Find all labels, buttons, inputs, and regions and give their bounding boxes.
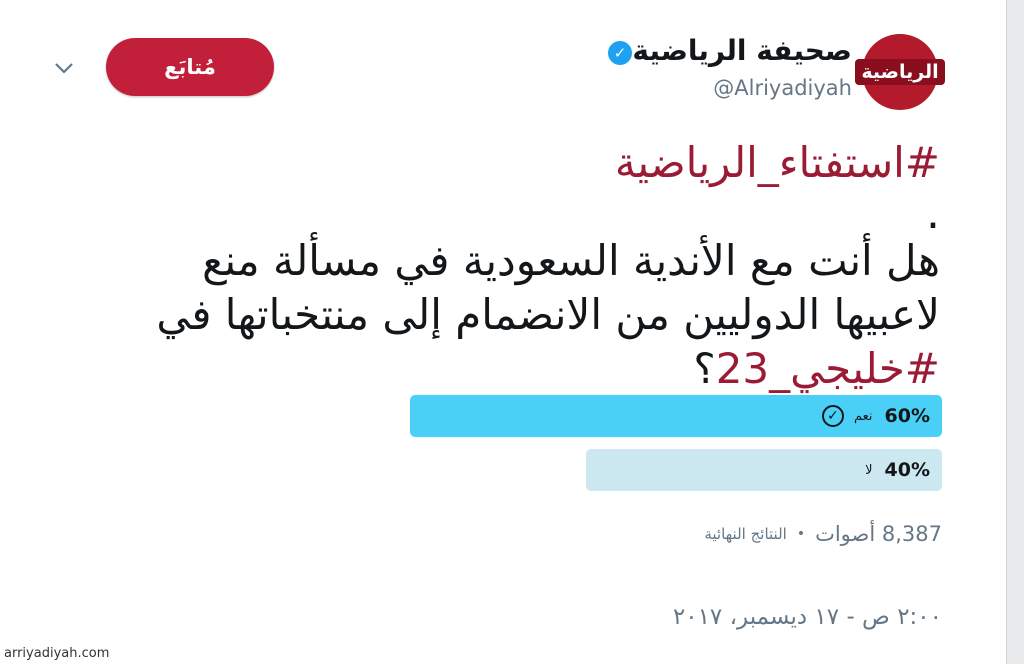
account-handle[interactable]: @Alriyadiyah (713, 76, 852, 100)
watermark: arriyadiyah.com (4, 646, 110, 661)
verified-badge-icon: ✓ (608, 41, 632, 65)
question-mark: ؟ (693, 344, 716, 393)
poll-label: نعم (853, 408, 873, 424)
tweet-text: #استفتاء_الرياضية . هل أنت مع الأندية ال… (80, 136, 940, 396)
checkmark-icon: ✓ (821, 405, 844, 427)
poll-percent: 40% (884, 459, 930, 481)
hashtag-link[interactable]: #استفتاء_الرياضية (615, 138, 940, 187)
poll-option-no: 40% لا (586, 449, 942, 491)
scrollbar[interactable] (1006, 0, 1024, 664)
poll-percent: 60% (884, 405, 930, 427)
vote-count: 8,387 أصوات (815, 522, 942, 546)
hashtag-link[interactable]: #خليجي_23 (716, 344, 940, 393)
tweet-timestamp[interactable]: ٢:٠٠ ص - ١٧ ديسمبر، ٢٠١٧ (673, 604, 942, 630)
poll-meta: 8,387 أصوات • النتائج النهائية (704, 522, 942, 546)
following-button[interactable]: مُتابَع (106, 38, 274, 96)
poll-option-yes: 60% نعم ✓ (410, 395, 942, 437)
tweet-line-2: لاعبيها الدوليين من الانضمام إلى منتخبات… (156, 290, 940, 339)
chevron-down-icon[interactable] (52, 58, 76, 78)
account-display-name[interactable]: صحيفة الرياضية (632, 34, 852, 67)
poll-label: لا (865, 462, 873, 478)
avatar-logo: الرياضية (855, 59, 945, 85)
meta-separator: • (796, 526, 806, 542)
tweet-line-1: هل أنت مع الأندية السعودية في مسألة منع (202, 236, 940, 285)
poll-status: النتائج النهائية (704, 525, 787, 543)
tweet-dot: . (926, 188, 940, 239)
avatar[interactable]: الرياضية (855, 34, 945, 110)
